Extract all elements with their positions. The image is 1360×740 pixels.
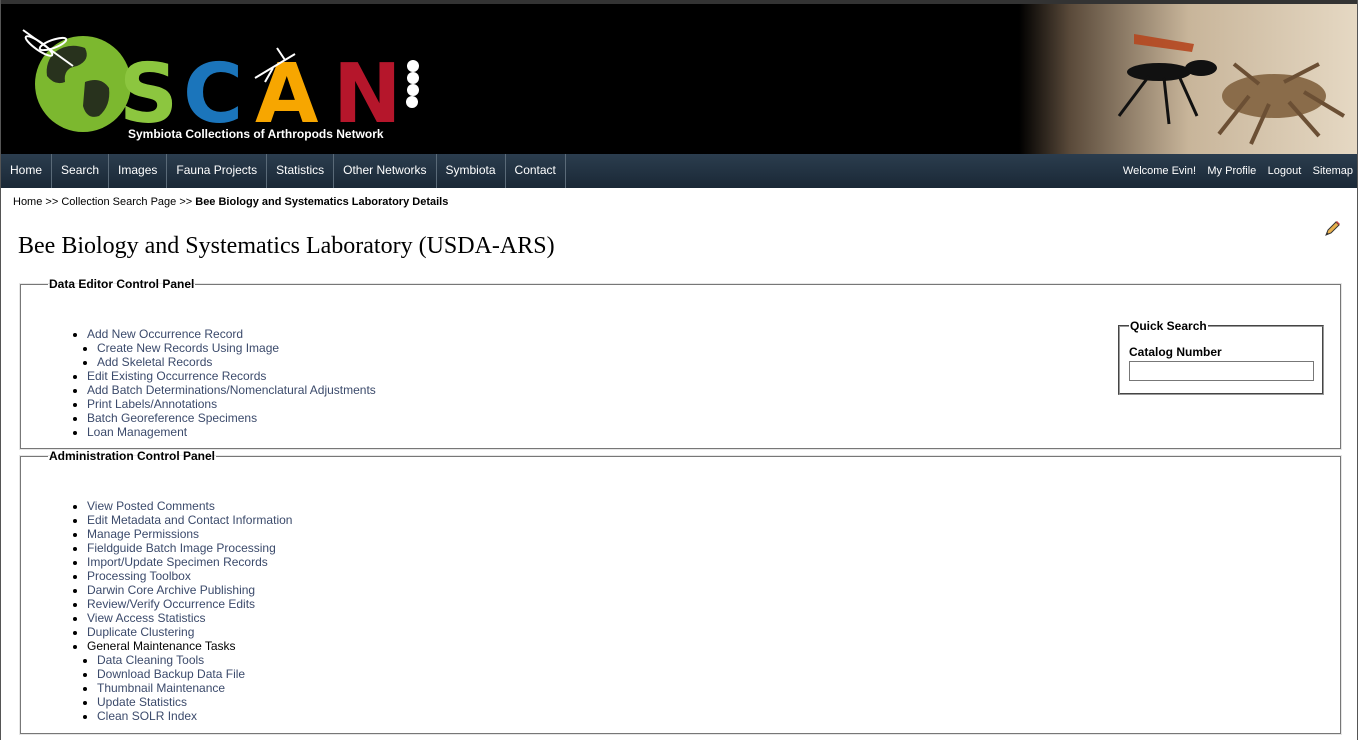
nav-images[interactable]: Images bbox=[109, 154, 168, 188]
site-header: S C A N Symbiota Collections of Arthropo… bbox=[1, 0, 1357, 154]
add-new-occurrence-record-link[interactable]: Add New Occurrence Record bbox=[87, 327, 243, 341]
breadcrumb: Home >> Collection Search Page >> Bee Bi… bbox=[13, 196, 448, 208]
edit-existing-occurrence-records-link[interactable]: Edit Existing Occurrence Records bbox=[87, 369, 266, 383]
list-item: Thumbnail Maintenance bbox=[97, 681, 292, 695]
quick-search-legend: Quick Search bbox=[1130, 319, 1207, 333]
manage-permissions-link[interactable]: Manage Permissions bbox=[87, 527, 199, 541]
add-batch-determinations-nomenclatural-adjustments-link[interactable]: Add Batch Determinations/Nomenclatural A… bbox=[87, 383, 376, 397]
list-item: Fieldguide Batch Image Processing bbox=[87, 541, 292, 555]
batch-georeference-specimens-link[interactable]: Batch Georeference Specimens bbox=[87, 411, 257, 425]
import-update-specimen-records-link[interactable]: Import/Update Specimen Records bbox=[87, 555, 268, 569]
list-item: Data Cleaning Tools bbox=[97, 653, 292, 667]
data-editor-control-panel: Data Editor Control Panel Add New Occurr… bbox=[20, 277, 1341, 449]
nav-symbiota[interactable]: Symbiota bbox=[437, 154, 506, 188]
create-new-records-using-image-link[interactable]: Create New Records Using Image bbox=[97, 341, 279, 355]
list-item: Add Batch Determinations/Nomenclatural A… bbox=[87, 383, 376, 397]
duplicate-clustering-link[interactable]: Duplicate Clustering bbox=[87, 625, 194, 639]
list-item: Create New Records Using Image bbox=[97, 341, 376, 355]
view-access-statistics-link[interactable]: View Access Statistics bbox=[87, 611, 206, 625]
admin-menu-list: View Posted CommentsEdit Metadata and Co… bbox=[87, 499, 292, 723]
list-item: View Access Statistics bbox=[87, 611, 292, 625]
nav-other-networks[interactable]: Other Networks bbox=[334, 154, 437, 188]
list-item: Clean SOLR Index bbox=[97, 709, 292, 723]
update-statistics-link[interactable]: Update Statistics bbox=[97, 695, 187, 709]
clean-solr-index-link[interactable]: Clean SOLR Index bbox=[97, 709, 197, 723]
add-skeletal-records-link[interactable]: Add Skeletal Records bbox=[97, 355, 212, 369]
panel-legend: Data Editor Control Panel bbox=[49, 277, 195, 291]
administration-control-panel: Administration Control Panel View Posted… bbox=[20, 449, 1341, 734]
page-frame: S C A N Symbiota Collections of Arthropo… bbox=[0, 0, 1358, 740]
list-item: Manage Permissions bbox=[87, 527, 292, 541]
nav-home[interactable]: Home bbox=[1, 154, 53, 188]
my-profile-link[interactable]: My Profile bbox=[1207, 165, 1256, 177]
list-item: Print Labels/Annotations bbox=[87, 397, 376, 411]
breadcrumb-collection-search[interactable]: Collection Search Page bbox=[61, 196, 176, 208]
sitemap-link[interactable]: Sitemap bbox=[1313, 165, 1353, 177]
list-item: Review/Verify Occurrence Edits bbox=[87, 597, 292, 611]
list-item: Download Backup Data File bbox=[97, 667, 292, 681]
fieldguide-batch-image-processing-link[interactable]: Fieldguide Batch Image Processing bbox=[87, 541, 276, 555]
quick-search-box: Quick Search Catalog Number bbox=[1118, 319, 1324, 395]
list-item: Loan Management bbox=[87, 425, 376, 439]
page-title: Bee Biology and Systematics Laboratory (… bbox=[18, 233, 555, 259]
list-item: Edit Existing Occurrence Records bbox=[87, 369, 376, 383]
list-item: General Maintenance Tasks bbox=[87, 639, 292, 653]
user-menu: Welcome Evin! My Profile Logout Sitemap bbox=[1115, 154, 1353, 188]
nav-search[interactable]: Search bbox=[52, 154, 110, 188]
scan-logo[interactable]: S C A N Symbiota Collections of Arthropo… bbox=[15, 22, 435, 146]
breadcrumb-current: Bee Biology and Systematics Laboratory D… bbox=[195, 196, 449, 208]
pencil-edit-icon[interactable] bbox=[1323, 220, 1341, 238]
catalog-number-input[interactable] bbox=[1129, 361, 1314, 381]
nav-contact[interactable]: Contact bbox=[506, 154, 566, 188]
list-item: Add New Occurrence Record bbox=[87, 327, 376, 341]
logo-subtitle: Symbiota Collections of Arthropods Netwo… bbox=[128, 127, 384, 141]
nav-statistics[interactable]: Statistics bbox=[267, 154, 335, 188]
breadcrumb-home[interactable]: Home bbox=[13, 196, 42, 208]
breadcrumb-separator: >> bbox=[176, 196, 196, 208]
wasp-tarantula-photo bbox=[1019, 4, 1357, 154]
review-verify-occurrence-edits-link[interactable]: Review/Verify Occurrence Edits bbox=[87, 597, 255, 611]
edit-metadata-and-contact-information-link[interactable]: Edit Metadata and Contact Information bbox=[87, 513, 292, 527]
list-item: Darwin Core Archive Publishing bbox=[87, 583, 292, 597]
data-cleaning-tools-link[interactable]: Data Cleaning Tools bbox=[97, 653, 204, 667]
download-backup-data-file-link[interactable]: Download Backup Data File bbox=[97, 667, 245, 681]
thumbnail-maintenance-link[interactable]: Thumbnail Maintenance bbox=[97, 681, 225, 695]
nav-fauna-projects[interactable]: Fauna Projects bbox=[167, 154, 268, 188]
main-navbar: Home Search Images Fauna Projects Statis… bbox=[1, 154, 1357, 188]
logout-link[interactable]: Logout bbox=[1268, 165, 1302, 177]
processing-toolbox-link[interactable]: Processing Toolbox bbox=[87, 569, 191, 583]
print-labels-annotations-link[interactable]: Print Labels/Annotations bbox=[87, 397, 217, 411]
list-item: Update Statistics bbox=[97, 695, 292, 709]
breadcrumb-separator: >> bbox=[42, 196, 62, 208]
list-item: View Posted Comments bbox=[87, 499, 292, 513]
list-item: Edit Metadata and Contact Information bbox=[87, 513, 292, 527]
panel-legend: Administration Control Panel bbox=[49, 449, 216, 463]
view-posted-comments-link[interactable]: View Posted Comments bbox=[87, 499, 215, 513]
list-item: Processing Toolbox bbox=[87, 569, 292, 583]
catalog-number-label: Catalog Number bbox=[1129, 345, 1222, 359]
editor-menu-list: Add New Occurrence RecordCreate New Reco… bbox=[87, 327, 376, 439]
welcome-text: Welcome Evin! bbox=[1122, 165, 1197, 177]
darwin-core-archive-publishing-link[interactable]: Darwin Core Archive Publishing bbox=[87, 583, 255, 597]
list-item: Add Skeletal Records bbox=[97, 355, 376, 369]
list-item: Duplicate Clustering bbox=[87, 625, 292, 639]
list-item: Import/Update Specimen Records bbox=[87, 555, 292, 569]
general-maintenance-tasks-label: General Maintenance Tasks bbox=[87, 639, 236, 653]
list-item: Batch Georeference Specimens bbox=[87, 411, 376, 425]
loan-management-link[interactable]: Loan Management bbox=[87, 425, 187, 439]
